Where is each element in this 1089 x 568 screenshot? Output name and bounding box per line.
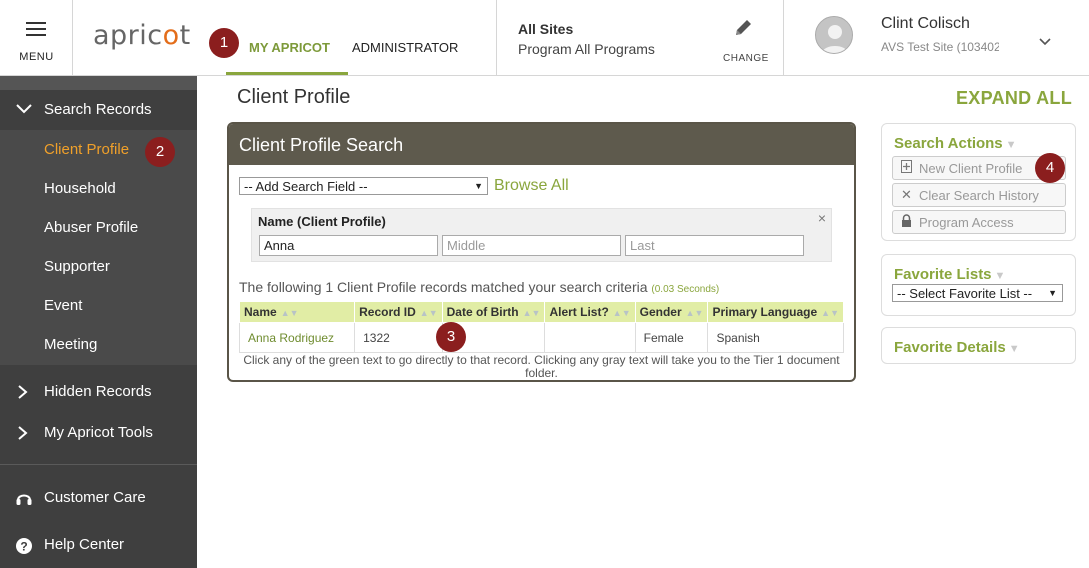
dropdown-caret-icon: ▼	[1048, 288, 1057, 298]
program-name: Program All Programs	[518, 41, 655, 57]
sidebar-section-my-apricot-tools[interactable]: My Apricot Tools	[0, 418, 197, 448]
browse-all-link[interactable]: Browse All	[494, 177, 569, 195]
cell-alert[interactable]	[544, 322, 636, 353]
column-header-gender[interactable]: Gender ▲▼	[634, 301, 709, 323]
hamburger-icon	[26, 22, 46, 36]
sort-icon: ▲▼	[612, 308, 631, 318]
sort-icon: ▲▼	[821, 308, 839, 318]
user-silhouette-icon	[816, 17, 852, 53]
caret-down-icon: ▼	[1008, 343, 1020, 355]
caret-down-icon: ▼	[1005, 139, 1017, 151]
clear-search-history-button[interactable]: ✕ Clear Search History	[892, 183, 1066, 207]
add-search-field-select[interactable]: -- Add Search Field -- ▼	[239, 177, 488, 195]
pencil-icon[interactable]	[733, 18, 753, 38]
sidebar-item-label: Help Center	[44, 536, 125, 553]
cell-language[interactable]: Spanish	[707, 322, 844, 353]
plus-doc-icon	[901, 160, 913, 176]
sidebar-subitems: Client Profile Household Abuser Profile …	[0, 130, 197, 365]
sidebar-item-abuser-profile[interactable]: Abuser Profile	[0, 213, 197, 243]
table-header-row: Name ▲▼ Record ID ▲▼ Date of Birth ▲▼ Alert…	[238, 301, 844, 323]
client-profile-search-panel: Client Profile Search -- Add Search Fiel…	[227, 122, 856, 382]
favorite-list-select[interactable]: -- Select Favorite List -- ▼	[892, 284, 1063, 302]
callout-badge-2: 2	[145, 137, 175, 167]
filter-label: Name (Client Profile)	[258, 214, 386, 229]
results-help-note: Click any of the green text to go direct…	[243, 353, 840, 380]
x-icon: ✕	[901, 187, 912, 202]
program-access-button[interactable]: Program Access	[892, 210, 1066, 234]
chevron-down-icon	[16, 104, 32, 114]
tab-administrator[interactable]: ADMINISTRATOR	[352, 40, 458, 55]
top-header: MENU apricot MY APRICOT ADMINISTRATOR Al…	[0, 0, 1089, 76]
cell-name[interactable]: Anna Rodriguez	[238, 322, 356, 353]
apricot-logo-fruit-icon: o	[162, 20, 180, 51]
user-name[interactable]: Clint Colisch	[881, 15, 970, 33]
svg-text:?: ?	[20, 540, 27, 554]
panel-title: Client Profile Search	[239, 135, 404, 155]
apricot-logo[interactable]: apricot	[93, 20, 191, 51]
favorite-details-title[interactable]: Favorite Details ▼	[894, 339, 1020, 356]
menu-button[interactable]: MENU	[0, 0, 73, 75]
menu-label: MENU	[19, 51, 54, 63]
headset-icon	[16, 494, 32, 505]
page-title: Client Profile	[237, 86, 351, 108]
active-tab-underline	[226, 72, 348, 75]
avatar[interactable]	[815, 16, 853, 54]
search-actions-title[interactable]: Search Actions ▼	[894, 135, 1017, 152]
lock-icon	[901, 214, 912, 230]
sidebar-section-search-records[interactable]: Search Records	[0, 95, 197, 125]
sidebar-top-strip	[0, 76, 197, 90]
sidebar-section-hidden-records[interactable]: Hidden Records	[0, 377, 197, 407]
sidebar-divider	[0, 464, 197, 465]
callout-badge-4: 4	[1035, 153, 1065, 183]
close-icon[interactable]: ×	[818, 210, 826, 226]
callout-badge-3: 3	[436, 322, 466, 352]
favorite-lists-widget: Favorite Lists ▼ -- Select Favorite List …	[881, 254, 1076, 316]
sidebar-item-label: Customer Care	[44, 489, 146, 506]
sort-icon: ▲▼	[419, 308, 438, 318]
favorite-lists-title[interactable]: Favorite Lists ▼	[894, 266, 1005, 283]
sidebar-item-customer-care[interactable]: Customer Care	[0, 483, 197, 513]
favorite-details-widget: Favorite Details ▼	[881, 327, 1076, 364]
column-header-primary-language[interactable]: Primary Language ▲▼	[707, 301, 844, 323]
change-button[interactable]: CHANGE	[723, 53, 769, 64]
user-site: AVS Test Site (103402)	[881, 40, 999, 54]
site-program-selector[interactable]: All Sites Program All Programs CHANGE	[496, 0, 784, 75]
tab-my-apricot[interactable]: MY APRICOT	[249, 40, 330, 55]
search-time: (0.03 Seconds)	[651, 284, 720, 295]
column-header-date-of-birth[interactable]: Date of Birth ▲▼	[441, 301, 546, 323]
panel-header: Client Profile Search	[229, 124, 854, 165]
cell-gender[interactable]: Female	[634, 322, 709, 353]
middle-name-input[interactable]: Middle	[442, 235, 621, 256]
sidebar-section-label: Hidden Records	[44, 383, 152, 400]
column-header-name[interactable]: Name ▲▼	[238, 301, 356, 323]
sidebar-item-meeting[interactable]: Meeting	[0, 330, 197, 360]
sidebar-item-help-center[interactable]: ? Help Center	[0, 530, 197, 560]
cell-record-id[interactable]: 1322	[354, 322, 443, 353]
chevron-down-icon[interactable]	[1038, 37, 1052, 47]
dropdown-caret-icon: ▼	[474, 181, 483, 191]
sort-icon: ▲▼	[280, 308, 299, 318]
name-search-filter: Name (Client Profile) × Anna Middle Last	[251, 208, 832, 262]
sidebar-item-supporter[interactable]: Supporter	[0, 252, 197, 282]
sort-icon: ▲▼	[685, 308, 704, 318]
caret-down-icon: ▼	[994, 270, 1006, 282]
results-table: Name ▲▼ Record ID ▲▼ Date of Birth ▲▼ Alert…	[238, 301, 844, 353]
expand-all-button[interactable]: EXPAND ALL	[956, 88, 1072, 109]
sidebar-item-event[interactable]: Event	[0, 291, 197, 321]
last-name-input[interactable]: Last	[625, 235, 804, 256]
results-summary: The following 1 Client Profile records m…	[239, 279, 720, 295]
chevron-right-icon	[18, 385, 28, 399]
sidebar-item-household[interactable]: Household	[0, 174, 197, 204]
callout-badge-1: 1	[209, 28, 239, 58]
column-header-alert-list[interactable]: Alert List? ▲▼	[544, 301, 636, 323]
sidebar-section-label: Search Records	[44, 101, 152, 118]
column-header-record-id[interactable]: Record ID ▲▼	[354, 301, 443, 323]
site-name: All Sites	[518, 21, 574, 37]
sort-icon: ▲▼	[522, 308, 541, 318]
question-icon: ?	[16, 538, 32, 554]
chevron-right-icon	[18, 426, 28, 440]
first-name-input[interactable]: Anna	[259, 235, 438, 256]
table-row[interactable]: Anna Rodriguez 1322 Female Spanish	[238, 322, 844, 353]
sidebar-section-label: My Apricot Tools	[44, 424, 153, 441]
